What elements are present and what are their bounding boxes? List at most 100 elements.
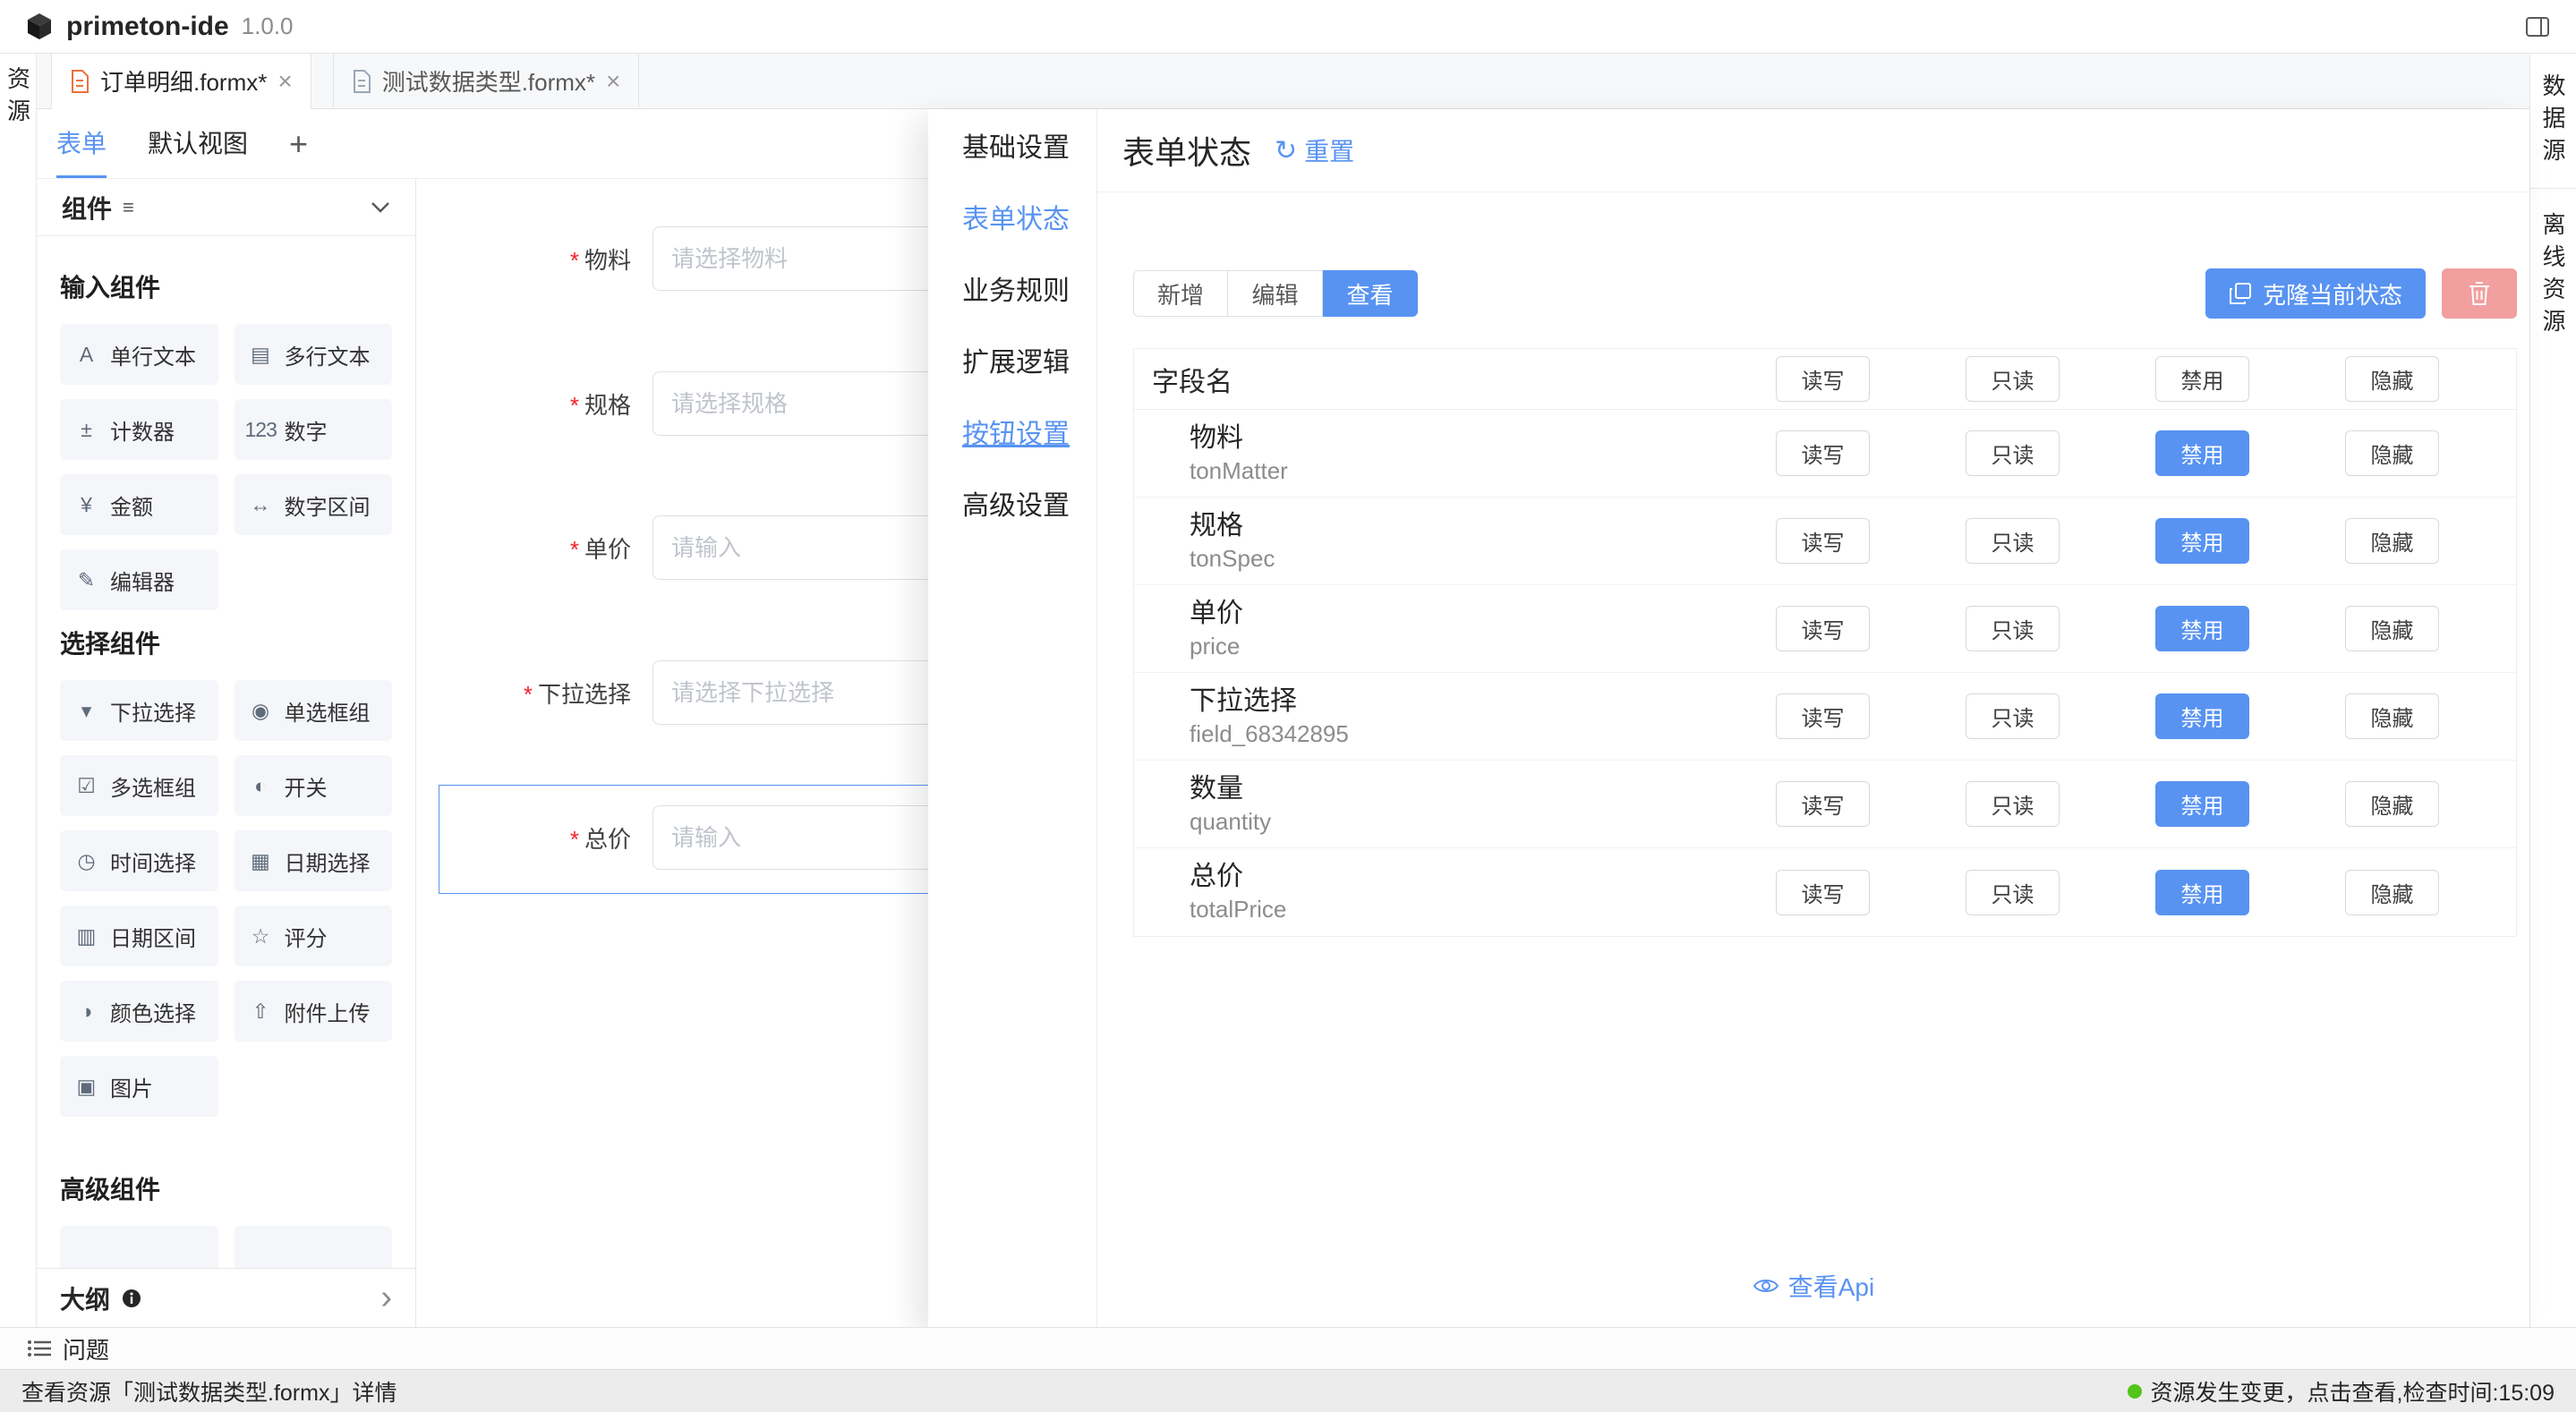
mode-tab-add[interactable]: 新增 [1133,270,1228,317]
component-item-number-range[interactable]: ↔数字区间 [235,474,393,535]
checkbox-group-icon: ☑ [71,774,101,798]
state-button-disabled[interactable]: 禁用 [2155,781,2249,827]
single-text-icon: A [71,343,101,367]
components-title: 组件 [62,190,112,225]
state-button-readwrite[interactable]: 读写 [1776,518,1870,564]
app-title: primeton-ide [66,12,229,42]
nav-item-business-rules[interactable]: 业务规则 [928,252,1096,324]
state-button-disabled[interactable]: 禁用 [2155,693,2249,739]
nav-item-advanced-settings[interactable]: 高级设置 [928,467,1096,539]
required-asterisk: * [570,826,579,853]
state-button-readwrite[interactable]: 读写 [1776,870,1870,915]
panel-toggle-icon[interactable] [2524,13,2551,40]
component-item-color-picker[interactable]: ◑颜色选择 [60,981,218,1042]
component-item-editor[interactable]: ✎编辑器 [60,549,218,610]
state-button-disabled[interactable]: 禁用 [2155,430,2249,476]
view-tab-default-view[interactable]: 默认视图 [148,109,248,178]
state-button-readwrite[interactable]: 读写 [1776,781,1870,827]
component-item-dropdown[interactable]: ▾下拉选择 [60,680,218,741]
component-item-attachment-upload[interactable]: ⇧附件上传 [235,981,393,1042]
state-button-disabled[interactable]: 禁用 [2155,870,2249,915]
state-button-hidden[interactable]: 隐藏 [2345,870,2439,915]
component-item-date-range[interactable]: ▥日期区间 [60,906,218,966]
component-item-partial[interactable] [235,1226,393,1268]
state-button-disabled[interactable]: 禁用 [2155,518,2249,564]
file-tab-test-datatype[interactable]: 测试数据类型.formx* × [333,53,640,108]
status-left-text[interactable]: 查看资源「测试数据类型.formx」详情 [21,1375,397,1408]
amount-icon: ¥ [71,493,101,517]
nav-item-basic-settings[interactable]: 基础设置 [928,109,1096,181]
state-button-hidden[interactable]: 隐藏 [2345,693,2439,739]
state-button-readonly[interactable]: 只读 [1966,693,2060,739]
reset-button[interactable]: ↻ 重置 [1275,132,1354,168]
close-icon[interactable]: × [277,69,292,94]
file-icon [352,70,371,93]
state-button-readwrite[interactable]: 读写 [1776,693,1870,739]
state-button-disabled[interactable]: 禁用 [2155,356,2249,402]
state-button-readonly[interactable]: 只读 [1966,870,2060,915]
component-item-date-picker[interactable]: ▦日期选择 [235,830,393,891]
file-tab-label: 订单明细.formx* [100,64,267,98]
state-button-readwrite[interactable]: 读写 [1776,356,1870,402]
nav-item-button-settings[interactable]: 按钮设置 [928,396,1096,467]
view-api-link[interactable]: 查看Api [1753,1268,1874,1304]
add-view-button[interactable]: + [289,109,308,178]
chevron-right-icon[interactable]: › [380,1279,392,1317]
nav-item-form-state[interactable]: 表单状态 [928,181,1096,252]
state-button-hidden[interactable]: 隐藏 [2345,356,2439,402]
state-button-hidden[interactable]: 隐藏 [2345,781,2439,827]
state-button-hidden[interactable]: 隐藏 [2345,430,2439,476]
state-button-readwrite[interactable]: 读写 [1776,606,1870,651]
close-icon[interactable]: × [606,69,620,94]
resource-change-notice[interactable]: 资源发生变更，点击查看,检查时间:15:09 [2128,1375,2555,1408]
color-picker-icon: ◑ [71,999,101,1024]
delete-state-button[interactable] [2442,268,2517,319]
form-state-panel: 表单状态 ↻ 重置 新增 编辑 查看 [1097,109,2529,1327]
file-tab-order-detail[interactable]: 订单明细.formx* × [51,53,311,109]
refresh-icon: ↻ [1275,135,1297,166]
mode-tab-edit[interactable]: 编辑 [1228,270,1323,317]
component-item-partial[interactable] [60,1226,218,1268]
state-button-readwrite[interactable]: 读写 [1776,430,1870,476]
state-button-readonly[interactable]: 只读 [1966,356,2060,402]
state-button-hidden[interactable]: 隐藏 [2345,606,2439,651]
component-item-switch[interactable]: ◐开关 [235,755,393,816]
outline-bar[interactable]: 大纲 › [37,1268,415,1327]
component-item-single-text[interactable]: A单行文本 [60,324,218,385]
status-bar: 查看资源「测试数据类型.formx」详情 资源发生变更，点击查看,检查时间:15… [0,1369,2576,1412]
mode-tab-view[interactable]: 查看 [1323,270,1418,317]
view-tab-form[interactable]: 表单 [56,109,107,178]
component-item-rating[interactable]: ☆评分 [235,906,393,966]
component-item-image[interactable]: ▣图片 [60,1056,218,1117]
components-sidebar: 组件 ≡ 输入组件 A单行文本 ▤多行文本 ±计数器 123数字 ¥金额 ↔数字… [37,179,416,1327]
state-button-disabled[interactable]: 禁用 [2155,606,2249,651]
state-button-readonly[interactable]: 只读 [1966,518,2060,564]
component-item-radio-group[interactable]: ◉单选框组 [235,680,393,741]
components-panel-header[interactable]: 组件 ≡ [37,179,415,236]
number-range-icon: ↔ [245,493,276,517]
nav-item-extension-logic[interactable]: 扩展逻辑 [928,324,1096,396]
state-button-hidden[interactable]: 隐藏 [2345,518,2439,564]
field-name: 规格 [1190,509,1776,543]
component-item-amount[interactable]: ¥金额 [60,474,218,535]
state-button-readonly[interactable]: 只读 [1966,781,2060,827]
rail-tab-offline-resources[interactable]: 离线资源 [2537,212,2570,341]
component-item-time-picker[interactable]: ◷时间选择 [60,830,218,891]
field-code: field_68342895 [1190,719,1776,749]
component-item-multi-text[interactable]: ▤多行文本 [235,324,393,385]
rail-tab-resources[interactable]: 资源 [2,66,35,1327]
problems-bar[interactable]: 问题 [0,1327,2576,1369]
clone-current-state-button[interactable]: 克隆当前状态 [2205,268,2426,319]
component-item-checkbox-group[interactable]: ☑多选框组 [60,755,218,816]
rail-tab-datasource[interactable]: 数据源 [2537,73,2570,170]
field-name: 数量 [1190,772,1776,806]
component-item-counter[interactable]: ±计数器 [60,399,218,460]
menu-icon: ≡ [123,196,134,219]
state-button-readonly[interactable]: 只读 [1966,430,2060,476]
field-code: quantity [1190,806,1776,837]
state-button-readonly[interactable]: 只读 [1966,606,2060,651]
chevron-down-icon[interactable] [371,201,390,214]
form-settings-drawer: 基础设置 表单状态 业务规则 扩展逻辑 按钮设置 高级设置 表单状态 ↻ 重置 … [928,109,2529,1327]
component-item-number[interactable]: 123数字 [235,399,393,460]
field-label: *物料 [416,242,631,276]
